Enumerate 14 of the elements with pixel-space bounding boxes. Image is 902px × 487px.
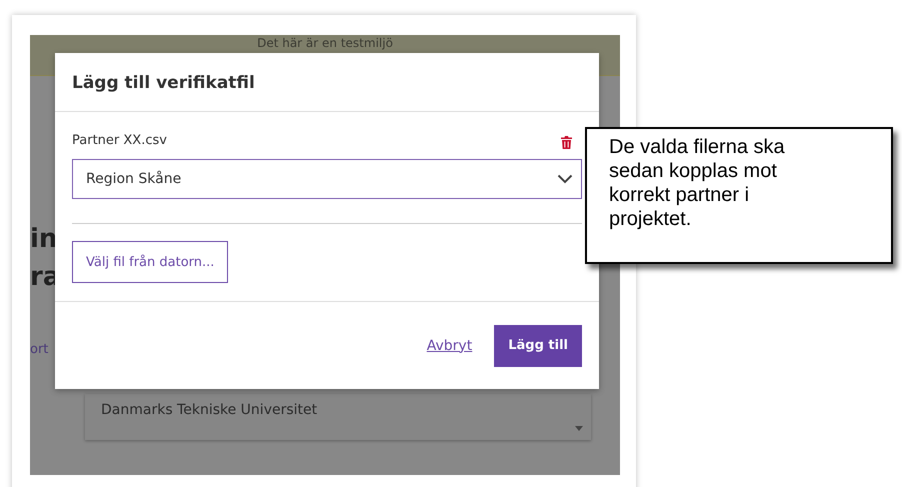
add-button[interactable]: Lägg till [494,324,582,366]
partner-listbox[interactable]: Danmarks Tekniske Universitet [85,394,591,440]
callout-text: De valda filerna ska sedan kopplas mot korrekt partner i projektet. [609,135,786,231]
heading-fragment: in [30,224,58,254]
partner-select[interactable]: Region Skåne [72,159,582,199]
cancel-link[interactable]: Avbryt [426,338,472,354]
chevron-down-icon [557,174,573,184]
choose-file-button[interactable]: Välj fil från datorn... [72,241,228,283]
delete-icon[interactable] [561,136,572,149]
list-item[interactable]: Danmarks Tekniske Universitet [101,402,318,418]
dialog-title: Lägg till verifikatfil [72,73,255,93]
scroll-down-icon[interactable] [575,426,583,431]
file-name: Partner XX.csv [72,133,167,148]
banner-text: Det här är en testmiljö [257,36,393,50]
